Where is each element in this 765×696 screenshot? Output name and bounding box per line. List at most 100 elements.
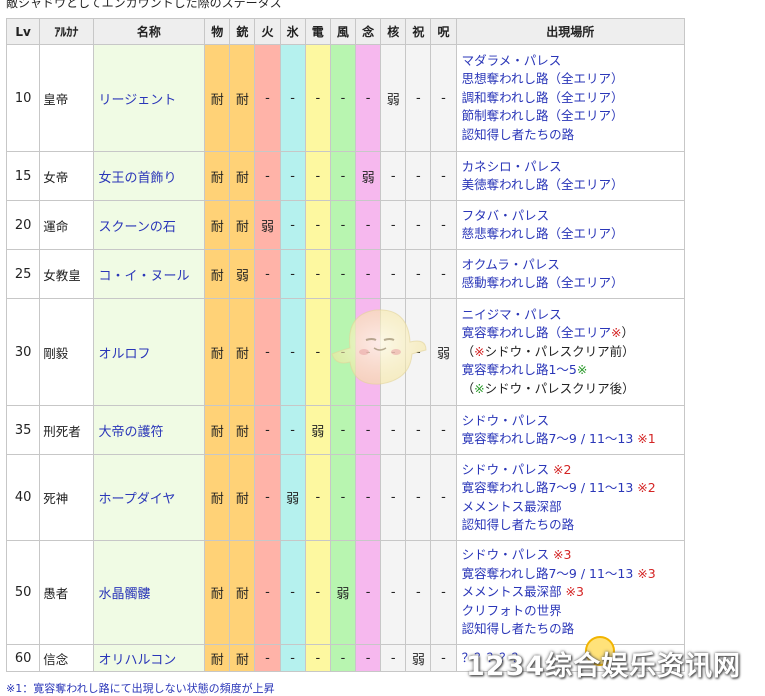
location-link[interactable]: 寛容奪われし路1～5 — [462, 362, 577, 377]
location-line: （※シドウ・パレスクリア後） — [462, 380, 684, 398]
note-mark: ※3 — [565, 584, 584, 600]
resistance-cell: - — [304, 644, 331, 672]
location-link[interactable]: マダラメ・パレス — [462, 53, 562, 68]
arcana-cell: 信念 — [39, 644, 94, 672]
resistance-cell: - — [430, 454, 457, 541]
shadow-name-link[interactable]: コ・イ・ヌール — [99, 269, 190, 284]
resistance-cell: 耐 — [229, 44, 256, 152]
resistance-cell: - — [405, 200, 432, 250]
name-cell: コ・イ・ヌール — [92, 249, 206, 299]
location-line: 寛容奪われし路1～5※ — [462, 361, 684, 379]
shadow-name-link[interactable]: リージェント — [99, 93, 177, 108]
location-link[interactable]: ニイジマ・パレス — [462, 307, 562, 322]
location-link[interactable]: オクムラ・パレス — [462, 257, 560, 272]
location-line: オクムラ・パレス — [462, 256, 684, 274]
shadow-name-link[interactable]: オルロフ — [99, 347, 151, 362]
top-caption: 敵シャドウとしてエンカウントした際のステータス — [6, 0, 282, 10]
resistance-cell: - — [279, 298, 306, 406]
resistance-cell: - — [329, 454, 357, 541]
note-mark: ※2 — [637, 480, 656, 496]
location-link[interactable]: メメントス最深部 — [462, 499, 562, 514]
location-link[interactable]: 寛容奪われし路7～9 / 11～13 — [462, 480, 638, 495]
location-link[interactable]: クリフォトの世界 — [462, 603, 562, 618]
resistance-cell: 耐 — [229, 405, 256, 455]
header-cell: 核 — [380, 18, 407, 45]
name-cell: ホープダイヤ — [92, 454, 206, 541]
location-line: 寛容奪われし路7～9 / 11～13 ※1 — [462, 430, 684, 448]
level-cell: 60 — [5, 644, 41, 672]
location-link[interactable]: 寛容奪われし路7～9 / 11～13 — [462, 431, 638, 446]
resistance-cell: - — [304, 249, 331, 299]
location-link[interactable]: カネシロ・パレス — [462, 159, 562, 174]
location-link[interactable]: フタバ・パレス — [462, 208, 550, 223]
resistance-cell: - — [254, 454, 281, 541]
level-cell: 35 — [5, 405, 41, 455]
header-cell: 電 — [304, 18, 331, 45]
header-cell: 銃 — [229, 18, 256, 45]
level-cell: 25 — [5, 249, 41, 299]
header-cell: 風 — [329, 18, 357, 45]
location-line: 寛容奪われし路7～9 / 11～13 ※2 — [462, 479, 684, 497]
resistance-cell: 弱 — [405, 644, 432, 672]
location-line: クリフォトの世界 — [462, 602, 684, 620]
resistance-cell: - — [329, 44, 357, 152]
location-link[interactable]: シドウ・パレス — [462, 413, 550, 428]
location-link[interactable]: 慈悲奪われし路（全エリア） — [462, 226, 624, 241]
shadow-name-link[interactable]: スクーンの石 — [99, 220, 176, 235]
location-link[interactable]: 寛容奪われし路（全エリア — [462, 325, 611, 340]
location-text: （ — [461, 343, 475, 359]
resistance-cell: 耐 — [204, 454, 231, 541]
location-line: 思想奪われし路（全エリア） — [462, 70, 684, 88]
resistance-cell: 弱 — [304, 405, 331, 455]
resistance-cell: 弱 — [354, 151, 382, 201]
location-link[interactable]: 認知得し者たちの路 — [462, 621, 575, 636]
shadow-name-link[interactable]: 女王の首飾り — [99, 171, 177, 186]
arcana-cell: 死神 — [39, 454, 94, 541]
location-link[interactable]: 調和奪われし路（全エリア） — [462, 90, 624, 105]
location-line: 寛容奪われし路（全エリア※） — [462, 324, 684, 342]
location-line: カネシロ・パレス — [462, 158, 684, 176]
resistance-cell: - — [380, 151, 407, 201]
shadow-name-link[interactable]: 水晶髑髏 — [99, 587, 151, 602]
location-link[interactable]: 寛容奪われし路7～9 / 11～13 — [462, 566, 638, 581]
resistance-cell: - — [304, 540, 331, 645]
resistance-cell: - — [405, 44, 432, 152]
location-line: メメントス最深部 ※3 — [462, 583, 684, 601]
watermark-text: 1234综合娱乐资讯网 — [466, 651, 742, 682]
resistance-cell: - — [329, 249, 357, 299]
location-link[interactable]: 節制奪われし路（全エリア） — [462, 108, 624, 123]
location-link[interactable]: メメントス最深部 — [462, 584, 566, 599]
location-line: （※シドウ・パレスクリア前） — [462, 343, 684, 361]
resistance-cell: 弱 — [380, 44, 407, 152]
location-text: （ — [461, 380, 475, 396]
shadow-name-link[interactable]: ホープダイヤ — [99, 492, 176, 507]
resistance-cell: - — [354, 454, 382, 541]
resistance-cell: 弱 — [254, 200, 281, 250]
location-link[interactable]: 認知得し者たちの路 — [462, 127, 575, 142]
header-cell: 火 — [254, 18, 281, 45]
resistance-cell: - — [254, 298, 281, 406]
location-line: シドウ・パレス ※2 — [462, 461, 684, 479]
shadow-name-link[interactable]: 大帝の護符 — [99, 425, 164, 440]
header-row: Lv ｱﾙｶﾅ 名称物銃火氷電風念核祝呪出現場所 — [5, 18, 686, 45]
resistance-cell: 耐 — [229, 200, 256, 250]
name-cell: オリハルコン — [92, 644, 206, 672]
footnote: ※1：寛容奪われし路にて出現しない状態の頻度が上昇 — [6, 682, 275, 695]
location-line: 認知得し者たちの路 — [462, 516, 684, 534]
note-mark: ※1 — [637, 431, 656, 446]
location-link[interactable]: 美徳奪われし路（全エリア） — [462, 177, 624, 192]
location-link[interactable]: 感動奪われし路（全エリア） — [462, 275, 624, 290]
location-link[interactable]: 認知得し者たちの路 — [462, 517, 575, 532]
location-link[interactable]: 思想奪われし路（全エリア） — [462, 71, 624, 86]
table-row: 25 女教皇 コ・イ・ヌール耐弱 - - - - - - - - オクムラ・パレス 感動奪われし路（全エ… — [5, 249, 686, 299]
location-cell: シドウ・パレス寛容奪われし路7～9 / 11～13 ※1 — [455, 405, 686, 455]
shadow-name-link[interactable]: オリハルコン — [99, 653, 177, 668]
resistance-cell: - — [254, 151, 281, 201]
resistance-cell: - — [405, 151, 432, 201]
resistance-cell: - — [354, 44, 382, 152]
resistance-cell: - — [304, 454, 331, 541]
location-link[interactable]: シドウ・パレス — [462, 547, 553, 562]
arcana-cell: 女教皇 — [39, 249, 94, 299]
location-link[interactable]: シドウ・パレス — [462, 462, 553, 477]
resistance-cell: 耐 — [204, 405, 231, 455]
